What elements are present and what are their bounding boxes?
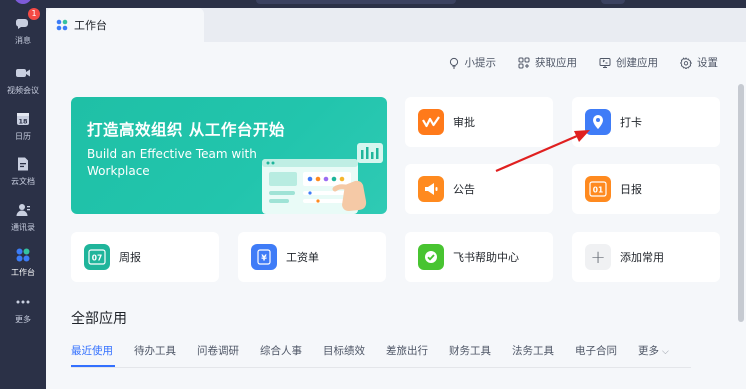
calendar-date: 18	[18, 118, 28, 126]
sidebar-item-messages[interactable]: 1 消息	[0, 8, 46, 46]
tips-label: 小提示	[464, 57, 497, 69]
sidebar: 1 消息 视频会议 18 日历 云文档 通讯录 工作台 更多	[0, 0, 46, 389]
app-label: 工资单	[286, 251, 319, 264]
workspace-icon	[14, 246, 32, 264]
tab-title: 工作台	[74, 19, 107, 32]
app-card-add-common[interactable]: + 添加常用	[572, 232, 720, 282]
tab-more[interactable]: 更多 ⌵	[638, 343, 669, 358]
app-card-payslip[interactable]: ¥ 工资单	[238, 232, 386, 282]
banner-subtitle: Build an Effective Team with Workplace	[87, 147, 257, 178]
contacts-icon	[14, 201, 32, 219]
sidebar-item-workspace[interactable]: 工作台	[0, 246, 46, 278]
app-label: 日报	[620, 183, 642, 196]
workspace-icon	[56, 19, 68, 31]
workspace-main: 小提示 获取应用 创建应用 设置 打造高效组织 从工作台开始 Build an …	[46, 42, 736, 389]
chat-icon: 1	[14, 8, 40, 32]
sidebar-item-label: 日历	[15, 132, 31, 141]
create-app-label: 创建应用	[616, 57, 658, 69]
get-apps-label: 获取应用	[535, 57, 577, 69]
tab-strip: 工作台	[46, 8, 746, 42]
more-icon	[14, 293, 32, 311]
tab-okr[interactable]: 目标绩效	[323, 343, 365, 358]
app-label: 周报	[119, 251, 141, 264]
app-card-help-center[interactable]: 飞书帮助中心	[405, 232, 553, 282]
gear-icon	[680, 56, 692, 69]
settings-button[interactable]: 设置	[680, 55, 718, 70]
tab-finance[interactable]: 财务工具	[449, 343, 491, 358]
tab-hr[interactable]: 综合人事	[260, 343, 302, 358]
app-card-announcement[interactable]: 公告	[405, 164, 553, 214]
tab-travel[interactable]: 差旅出行	[386, 343, 428, 358]
weekly-report-icon-text: 07	[92, 254, 102, 263]
daily-report-icon: 01	[585, 176, 611, 202]
window-control-edge[interactable]	[601, 0, 625, 4]
tab-e-contract[interactable]: 电子合同	[575, 343, 617, 358]
payslip-icon: ¥	[251, 244, 277, 270]
dashboard-illustration	[262, 143, 383, 214]
payslip-icon-text: ¥	[261, 254, 267, 263]
calendar-icon: 18	[14, 110, 32, 128]
create-app-button[interactable]: 创建应用	[599, 55, 658, 70]
tab-recent[interactable]: 最近使用	[71, 343, 113, 358]
create-app-icon	[599, 57, 611, 68]
title-bar	[46, 0, 746, 8]
more-label: 更多	[638, 345, 659, 357]
banner-title: 打造高效组织 从工作台开始	[87, 121, 285, 139]
location-pin-icon	[585, 109, 611, 135]
sidebar-item-calendar[interactable]: 18 日历	[0, 110, 46, 142]
tab-todo-tools[interactable]: 待办工具	[134, 343, 176, 358]
megaphone-icon	[418, 176, 444, 202]
sidebar-item-label: 工作台	[11, 268, 35, 277]
app-label: 公告	[453, 183, 475, 196]
sidebar-item-label: 消息	[15, 36, 31, 45]
help-center-icon	[418, 244, 444, 270]
app-card-checkin[interactable]: 打卡	[572, 97, 720, 147]
app-label: 添加常用	[620, 251, 664, 264]
avatar[interactable]	[14, 0, 32, 4]
sidebar-item-label: 视频会议	[7, 86, 39, 95]
video-icon	[14, 64, 32, 82]
sidebar-item-label: 通讯录	[11, 223, 35, 232]
daily-report-icon-text: 01	[593, 186, 603, 195]
approval-icon	[418, 109, 444, 135]
tab-workspace[interactable]: 工作台	[46, 8, 204, 42]
category-divider	[71, 367, 691, 368]
app-label: 飞书帮助中心	[453, 251, 519, 264]
bulb-icon	[449, 57, 458, 68]
settings-label: 设置	[697, 57, 718, 69]
all-apps-title: 全部应用	[71, 311, 127, 327]
scrollbar-thumb[interactable]	[738, 84, 744, 322]
app-card-approval[interactable]: 审批	[405, 97, 553, 147]
add-icon: +	[585, 244, 611, 270]
app-label: 打卡	[620, 116, 642, 129]
promo-banner[interactable]: 打造高效组织 从工作台开始 Build an Effective Team wi…	[71, 97, 387, 214]
sidebar-item-more[interactable]: 更多	[0, 293, 46, 325]
app-card-daily-report[interactable]: 01 日报	[572, 164, 720, 214]
sidebar-item-video-meeting[interactable]: 视频会议	[0, 64, 46, 96]
sidebar-item-contacts[interactable]: 通讯录	[0, 201, 46, 233]
active-tab-indicator	[71, 365, 115, 367]
search-bar-edge[interactable]	[256, 0, 456, 4]
weekly-report-icon: 07	[84, 244, 110, 270]
tips-button[interactable]: 小提示	[448, 55, 497, 70]
sidebar-item-label: 更多	[15, 315, 31, 324]
sidebar-item-label: 云文档	[11, 177, 35, 186]
tab-surveys[interactable]: 问卷调研	[197, 343, 239, 358]
apps-grid-icon	[518, 57, 530, 68]
doc-icon	[14, 155, 32, 173]
chevron-down-icon: ⌵	[662, 347, 669, 357]
workspace-toolbar: 小提示 获取应用 创建应用 设置	[448, 55, 718, 70]
app-card-weekly-report[interactable]: 07 周报	[71, 232, 219, 282]
get-apps-button[interactable]: 获取应用	[518, 55, 577, 70]
tab-legal[interactable]: 法务工具	[512, 343, 554, 358]
category-tabs: 最近使用 待办工具 问卷调研 综合人事 目标绩效 差旅出行 财务工具 法务工具 …	[71, 343, 690, 358]
app-label: 审批	[453, 116, 475, 129]
unread-badge: 1	[28, 8, 40, 20]
sidebar-item-cloud-docs[interactable]: 云文档	[0, 155, 46, 187]
scrollbar[interactable]	[736, 42, 746, 389]
